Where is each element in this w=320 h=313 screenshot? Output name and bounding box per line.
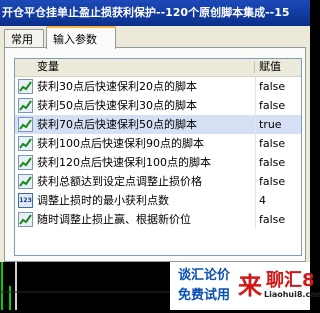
parameter-value[interactable]: false [259,153,285,172]
input-parameters-panel: 变量 赋值 获利30点后快速保利20点的脚本 false 获利50点后快速保利30点… [4,47,306,262]
boolean-param-icon [18,98,33,113]
row-divider [255,115,256,134]
row-divider [255,191,256,210]
promo-line-1: 谈汇论价 [178,268,231,283]
parameter-value[interactable]: false [259,96,285,115]
parameter-name: 调整止损时的最小获利点数 [37,194,169,207]
parameter-value[interactable]: false [259,172,285,191]
table-row[interactable]: 获利50点后快速保利30点的脚本 false [15,96,301,115]
window-title-bar[interactable]: 开仓平仓挂单止盈止损获利保护--120个原创脚本集成--15 [0,0,310,26]
parameter-name: 获利30点后快速保利20点的脚本 [37,80,197,93]
promo-url: Liaohui8.com [264,290,320,299]
parameter-name: 获利总额达到设定点调整止损价格 [37,175,202,188]
table-row[interactable]: 获利30点后快速保利20点的脚本 false [15,77,301,96]
table-row[interactable]: 123 调整止损时的最小获利点数 4 [15,191,301,210]
promo-banner[interactable]: 谈汇论价 免费试用 来 聊汇8 Liaohui8.com [170,262,320,310]
boolean-param-icon [18,79,33,94]
parameter-name: 获利100点后快速保利90点的脚本 [37,137,204,150]
properties-dialog: 常用 输入参数 变量 赋值 获利30点后快速保利20点的脚本 false 获利50点… [0,26,320,310]
row-divider [255,210,256,229]
parameters-table: 变量 赋值 获利30点后快速保利20点的脚本 false 获利50点后快速保利30点… [14,58,302,256]
integer-param-icon: 123 [18,193,33,208]
tab-input-parameters[interactable]: 输入参数 [46,26,116,49]
promo-line-2: 免费试用 [178,288,231,303]
column-header-variable[interactable]: 变量 [33,59,253,75]
table-header: 变量 赋值 [15,59,301,77]
row-divider [255,96,256,115]
row-divider [255,77,256,96]
promo-brand: 聊汇8 [266,270,315,291]
column-header-value[interactable]: 赋值 [255,59,301,75]
parameter-name: 获利70点后快速保利50点的脚本 [37,118,197,131]
boolean-param-icon [18,155,33,170]
boolean-param-icon [18,174,33,189]
table-row[interactable]: 获利总额达到设定点调整止损价格 false [15,172,301,191]
chart-bars [0,262,170,310]
window-title: 开仓平仓挂单止盈止损获利保护--120个原创脚本集成--15 [2,6,290,19]
row-divider [255,134,256,153]
parameter-name: 随时调整止损止赢、根据新价位 [37,213,191,226]
table-row[interactable]: 随时调整止损止赢、根据新价位 false [15,210,301,229]
table-row[interactable]: 获利120点后快速保利100点的脚本 false [15,153,301,172]
parameter-value[interactable]: false [259,134,285,153]
boolean-param-icon [18,136,33,151]
table-row[interactable]: 获利70点后快速保利50点的脚本 true [15,115,301,134]
parameter-value[interactable]: false [259,210,285,229]
tab-strip: 常用 输入参数 [0,26,310,49]
boolean-param-icon [18,212,33,227]
row-divider [255,172,256,191]
row-divider [255,153,256,172]
table-row[interactable]: 获利100点后快速保利90点的脚本 false [15,134,301,153]
promo-lai: 来 [238,272,262,300]
parameter-name: 获利50点后快速保利30点的脚本 [37,99,197,112]
parameter-value[interactable]: true [259,115,282,134]
parameter-value[interactable]: 4 [259,191,266,210]
parameter-value[interactable]: false [259,77,285,96]
parameter-name: 获利120点后快速保利100点的脚本 [37,156,211,169]
boolean-param-icon [18,117,33,132]
tab-common[interactable]: 常用 [4,29,44,48]
